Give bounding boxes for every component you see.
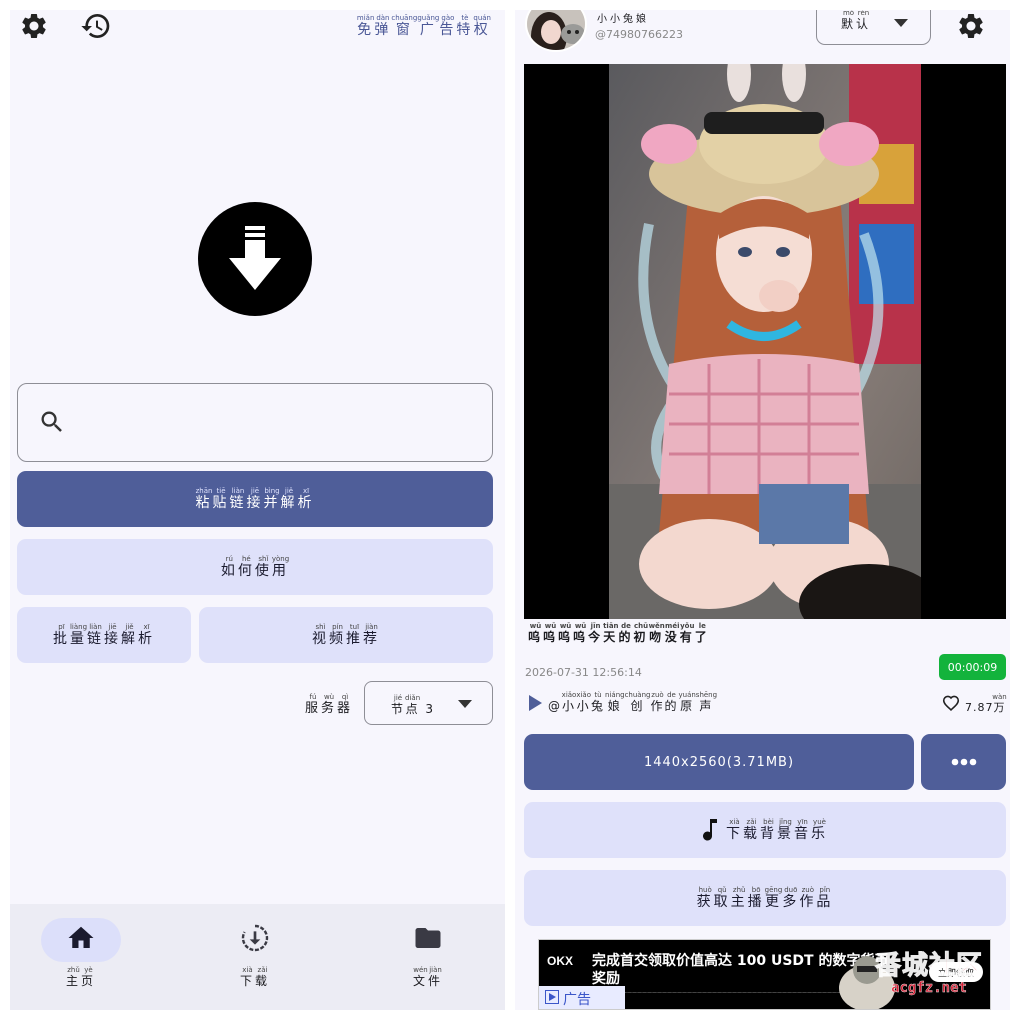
play-icon <box>545 989 559 1008</box>
video-title: 呜wū呜wū呜wū呜wū今jīn天tiān的de初chū吻wěn没méi有yǒu… <box>528 622 710 644</box>
right-screen: 小小兔娘 @74980766223 默mò认rèn 呜wū呜wū呜wū呜wū今j… <box>515 10 1010 1010</box>
nav-download-label: 下xià载zǎi <box>239 966 271 988</box>
home-icon <box>66 923 96 957</box>
server-node-select[interactable]: 节jié点diǎn 3 <box>364 681 493 725</box>
nav-home-label: 主zhǔ页yè <box>65 966 97 988</box>
server-node-value: 节jié点diǎn 3 <box>391 694 436 716</box>
ad-tag: 广告 <box>539 986 625 1009</box>
author-avatar[interactable] <box>525 10 587 52</box>
folder-icon <box>413 923 443 957</box>
download-circle-icon <box>239 922 271 958</box>
watermark: 番城社区 acgfz.net <box>874 951 984 997</box>
sort-select[interactable]: 默mò认rèn <box>816 10 931 45</box>
more-horizontal-icon <box>951 754 977 770</box>
heart-icon <box>942 695 960 714</box>
sort-select-value: 默mò认rèn <box>841 10 872 31</box>
author-id: @74980766223 <box>595 28 683 41</box>
left-screen: 免miǎn弹dàn窗chuāng广guǎng告gào特tè权quán 粘zhān… <box>10 10 505 1010</box>
ad-logo: OKX <box>547 954 574 968</box>
batch-parse-button[interactable]: 批pī 量liàng 链liàn 接jiē 解jiě 析xī <box>17 607 191 663</box>
video-player[interactable] <box>524 64 1006 619</box>
settings-icon[interactable] <box>18 10 50 42</box>
video-date: 2026-07-31 12:56:14 <box>525 666 642 679</box>
bottom-navigation: 主zhǔ页yè 下xià载zǎi 文wén件jiàn <box>10 904 505 1010</box>
history-icon[interactable] <box>80 10 112 42</box>
server-label: 服fú务wù器qì <box>305 693 354 716</box>
video-thumbnail <box>609 64 921 619</box>
dropdown-arrow-icon <box>894 19 908 27</box>
author-name: 小小兔娘 <box>597 14 649 25</box>
search-icon <box>38 408 66 436</box>
nav-files[interactable]: 文wén件jiàn <box>378 918 478 989</box>
duration-badge: 00:00:09 <box>939 654 1006 680</box>
video-recommend-button[interactable]: 视shì 频pín 推tuī 荐jiàn <box>199 607 493 663</box>
more-options-button[interactable] <box>921 734 1006 790</box>
original-sound-link[interactable]: @小xiǎo小xiǎo兔tù娘niáng创chuàng作zuò的de原yuán声… <box>529 691 717 714</box>
ad-free-privilege-link[interactable]: 免miǎn弹dàn窗chuāng广guǎng告gào特tè权quán <box>357 14 491 39</box>
download-bgm-label: 下xià载zǎi背bèi景jǐng音yīn乐yuè <box>726 817 828 842</box>
paste-and-parse-button[interactable]: 粘zhān 贴tiē 链liàn 接jiē 并bìng 解jiě 析xī <box>17 471 493 527</box>
nav-download[interactable]: 下xià载zǎi <box>205 918 305 989</box>
original-sound-label: @小xiǎo小xiǎo兔tù娘niáng创chuàng作zuò的de原yuán声… <box>548 691 718 713</box>
like-count: 7.87万wàn <box>942 693 1007 715</box>
video-url-input[interactable] <box>17 383 493 462</box>
nav-home[interactable]: 主zhǔ页yè <box>31 918 131 989</box>
nav-files-label: 文wén件jiàn <box>412 966 444 988</box>
like-number: 7.87 <box>965 701 994 714</box>
settings-icon[interactable] <box>955 10 987 42</box>
more-works-button[interactable]: 获huò 取qǔ 主zhǔ 播bō 更gēng 多duō 作zuò 品pǐn <box>524 870 1006 926</box>
like-unit: 万wàn <box>992 693 1007 714</box>
how-to-use-button[interactable]: 如rú 何hé 使shǐ 用yòng <box>17 539 493 595</box>
play-icon <box>529 694 542 711</box>
download-video-button[interactable]: 1440x2560(3.71MB) <box>524 734 914 790</box>
download-arrow-icon <box>198 202 312 316</box>
music-note-icon <box>702 819 718 841</box>
download-bgm-button[interactable]: 下xià载zǎi背bèi景jǐng音yīn乐yuè <box>524 802 1006 858</box>
dropdown-arrow-icon <box>458 700 472 708</box>
